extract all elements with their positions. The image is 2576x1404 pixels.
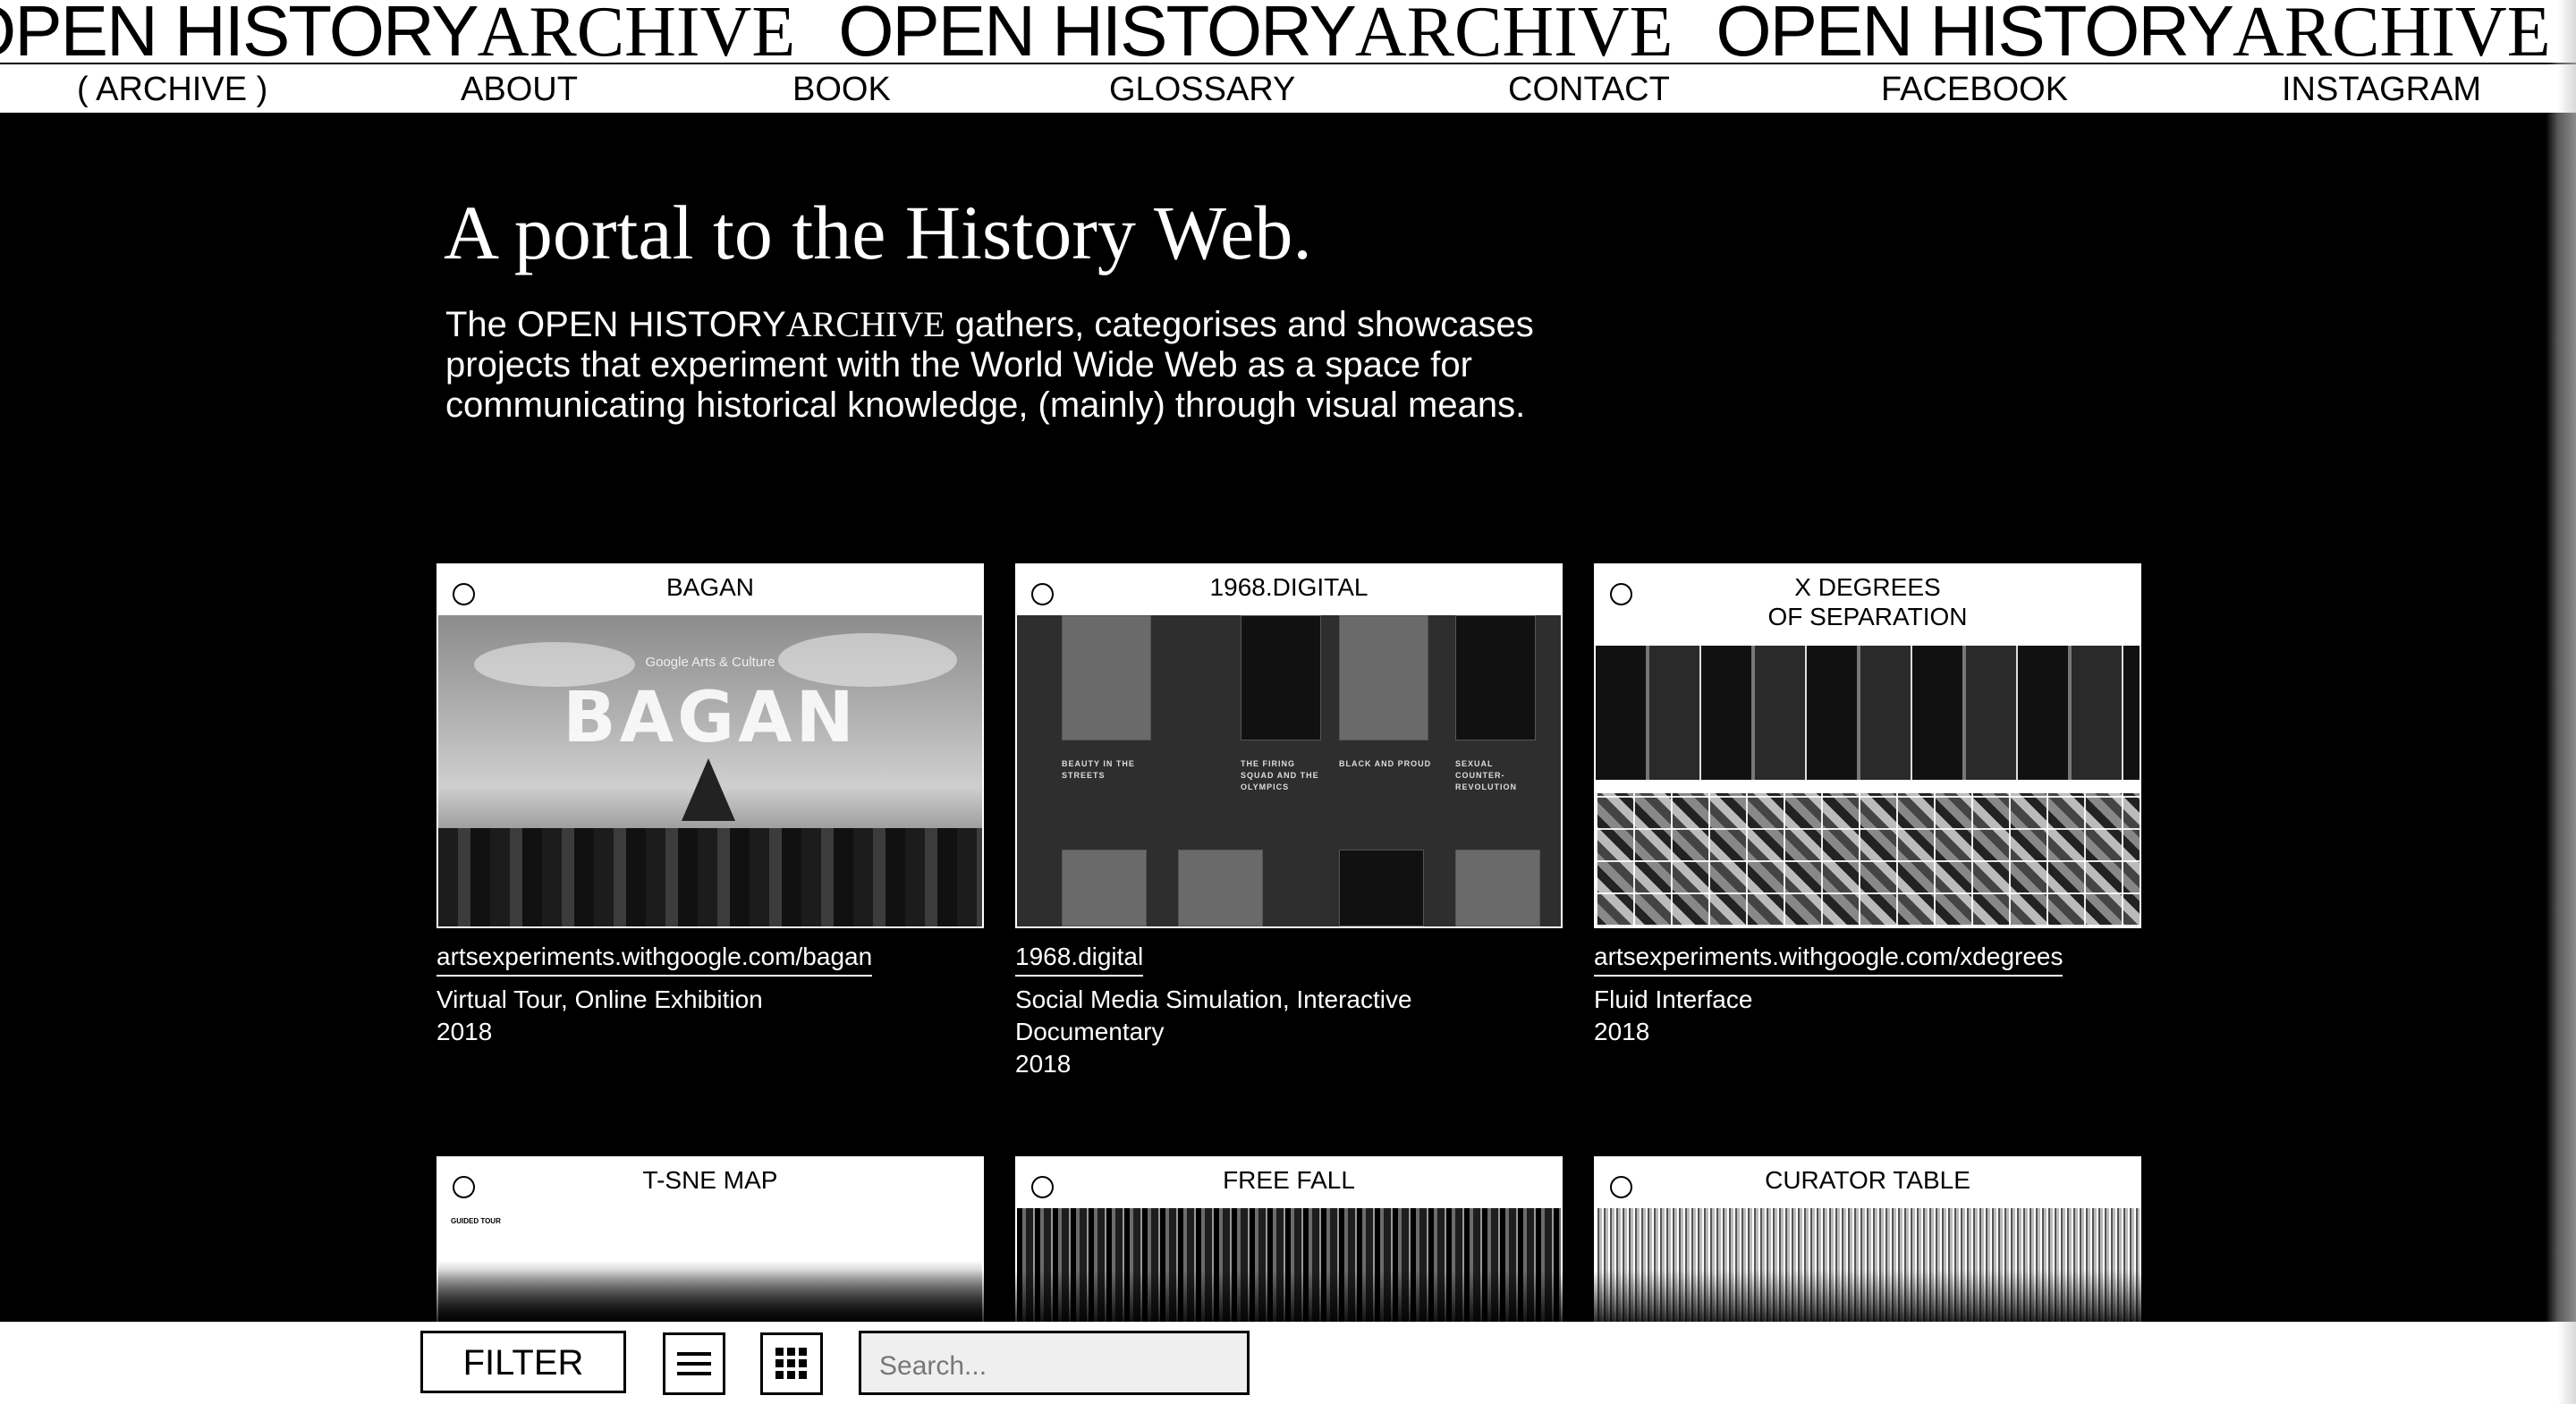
thumbnail-photo [1339, 615, 1428, 740]
nav-item-instagram[interactable]: INSTAGRAM [2282, 68, 2481, 111]
intro-text: The OPEN HISTORYARCHIVE gathers, categor… [445, 304, 1608, 426]
card-thumbnail[interactable]: Google Arts & Culture BAGAN [438, 615, 982, 926]
thumbnail-background [1017, 1208, 1561, 1324]
thumbnail-label: THE FIRING SQUAD AND THE OLYMPICS [1241, 759, 1319, 791]
card-link[interactable]: 1968.digital [1015, 941, 1144, 977]
card-header: BAGAN [438, 565, 982, 615]
select-circle-icon[interactable] [1031, 1176, 1054, 1198]
thumbnail-photo [1455, 850, 1540, 926]
thumbnail-background [1596, 1208, 2140, 1324]
thumbnail-title: BAGAN [563, 678, 858, 758]
card-frame: 1968.DIGITAL BEAUTY IN THE STREETS THE F… [1015, 563, 1563, 928]
card-header: 1968.DIGITAL [1017, 565, 1561, 615]
card-link[interactable]: artsexperiments.withgoogle.com/xdegrees [1594, 941, 2063, 977]
intro-text-prefix: The OPEN HISTORY [445, 305, 786, 344]
thumbnail-photo [1455, 615, 1536, 740]
card-thumbnail[interactable]: BEAUTY IN THE STREETS THE FIRING SQUAD A… [1017, 615, 1561, 926]
card-frame: CURATOR TABLE [1594, 1156, 2141, 1326]
intro-text-serif: ARCHIVE [785, 304, 945, 344]
project-card: T-SNE MAP GUIDED TOUR [436, 1156, 984, 1326]
card-frame: T-SNE MAP GUIDED TOUR [436, 1156, 984, 1326]
list-view-button[interactable] [663, 1332, 725, 1395]
marquee-title-serif: ARCHIVE [1354, 0, 1674, 64]
card-thumbnail[interactable] [1596, 646, 2140, 926]
marquee-title-serif: ARCHIVE [477, 0, 796, 64]
marquee-title-sans: OPEN HISTORY [838, 0, 1357, 64]
project-card: FREE FALL [1015, 1156, 1563, 1326]
thumbnail-photo [1339, 850, 1424, 926]
marquee-title: OPEN HISTORYARCHIVE [0, 0, 796, 64]
card-year: 2018 [436, 1018, 493, 1045]
card-thumbnail[interactable] [1596, 1208, 2140, 1324]
card-header: FREE FALL [1017, 1158, 1561, 1208]
project-card: X DEGREES OF SEPARATION artsexperiments.… [1594, 563, 2141, 1048]
marquee-title-sans: OPEN HISTORY [1716, 0, 2234, 64]
card-type: Virtual Tour, Online Exhibition [436, 985, 763, 1013]
marquee-title-serif: ARCHIVE [2233, 0, 2551, 64]
thumbnail-image-grid [1596, 793, 2140, 926]
card-year: 2018 [1594, 1018, 1650, 1045]
grid-icon [775, 1348, 807, 1379]
thumbnail-label: BEAUTY IN THE STREETS [1062, 759, 1135, 780]
nav-item-glossary[interactable]: GLOSSARY [1109, 68, 1295, 111]
nav-item-facebook[interactable]: FACEBOOK [1881, 68, 2068, 111]
filter-button[interactable]: FILTER [420, 1331, 626, 1393]
marquee-title: OPEN HISTORYARCHIVE [838, 0, 1674, 64]
project-card: BAGAN Google Arts & Culture BAGAN artsex… [436, 563, 984, 1048]
select-circle-icon[interactable] [453, 1176, 475, 1198]
search-input[interactable] [859, 1331, 1250, 1395]
thumbnail-label: BLACK AND PROUD [1339, 759, 1432, 768]
card-header: X DEGREES OF SEPARATION [1596, 565, 2140, 646]
select-circle-icon[interactable] [1610, 1176, 1632, 1198]
card-type: Fluid Interface [1594, 985, 1753, 1013]
select-circle-icon[interactable] [1031, 583, 1054, 605]
thumbnail-subtitle: Google Arts & Culture [645, 655, 775, 670]
thumbnail-photo [1062, 850, 1147, 926]
thumbnail-photo [1178, 850, 1263, 926]
card-title: T-SNE MAP [642, 1166, 778, 1194]
thumbnail-photo [1062, 615, 1151, 740]
card-thumbnail[interactable]: GUIDED TOUR [438, 1208, 982, 1324]
main-nav: ( ARCHIVE ) ABOUT BOOK GLOSSARY CONTACT … [0, 64, 2576, 114]
card-frame: BAGAN Google Arts & Culture BAGAN [436, 563, 984, 928]
project-card: CURATOR TABLE [1594, 1156, 2141, 1326]
site-title-marquee: OPEN HISTORYARCHIVE OPEN HISTORYARCHIVE OP… [0, 0, 2576, 64]
nav-item-contact[interactable]: CONTACT [1508, 68, 1670, 111]
card-header: T-SNE MAP [438, 1158, 982, 1208]
card-title: FREE FALL [1223, 1166, 1355, 1194]
thumbnail-treeline [438, 828, 982, 926]
card-title: 1968.DIGITAL [1209, 573, 1368, 601]
temple-shape [682, 758, 735, 821]
marquee-title: OPEN HISTORYARCHIVE [1716, 0, 2551, 64]
project-card: 1968.DIGITAL BEAUTY IN THE STREETS THE F… [1015, 563, 1563, 1080]
card-title: CURATOR TABLE [1765, 1166, 1970, 1194]
select-circle-icon[interactable] [453, 583, 475, 605]
nav-item-about[interactable]: ABOUT [461, 68, 578, 111]
nav-item-book[interactable]: BOOK [792, 68, 891, 111]
card-type: Social Media Simulation, Interactive Doc… [1015, 985, 1412, 1045]
nav-item-archive[interactable]: ( ARCHIVE ) [77, 68, 267, 111]
page-headline: A portal to the History Web. [444, 190, 1312, 275]
marquee-track: OPEN HISTORYARCHIVE OPEN HISTORYARCHIVE OP… [0, 0, 2576, 64]
thumbnail-label: GUIDED TOUR [451, 1217, 501, 1225]
card-link[interactable]: artsexperiments.withgoogle.com/bagan [436, 941, 873, 977]
thumbnail-photo [1241, 615, 1321, 740]
marquee-title-sans: OPEN HISTORY [0, 0, 479, 64]
bottom-toolbar: FILTER [0, 1322, 2576, 1404]
select-circle-icon[interactable] [1610, 583, 1632, 605]
card-frame: X DEGREES OF SEPARATION [1594, 563, 2141, 928]
thumbnail-background [438, 1208, 982, 1324]
card-header: CURATOR TABLE [1596, 1158, 2140, 1208]
card-title: X DEGREES OF SEPARATION [1767, 573, 1968, 630]
card-year: 2018 [1015, 1050, 1072, 1078]
list-icon [677, 1352, 711, 1375]
card-frame: FREE FALL [1015, 1156, 1563, 1326]
window-edge-shadow [2546, 0, 2576, 1404]
grid-view-button[interactable] [760, 1332, 823, 1395]
card-thumbnail[interactable] [1017, 1208, 1561, 1324]
thumbnail-label: SEXUAL COUNTER-REVOLUTION [1455, 759, 1518, 791]
thumbnail-object-strip [1596, 646, 2140, 780]
card-title: BAGAN [665, 573, 755, 601]
